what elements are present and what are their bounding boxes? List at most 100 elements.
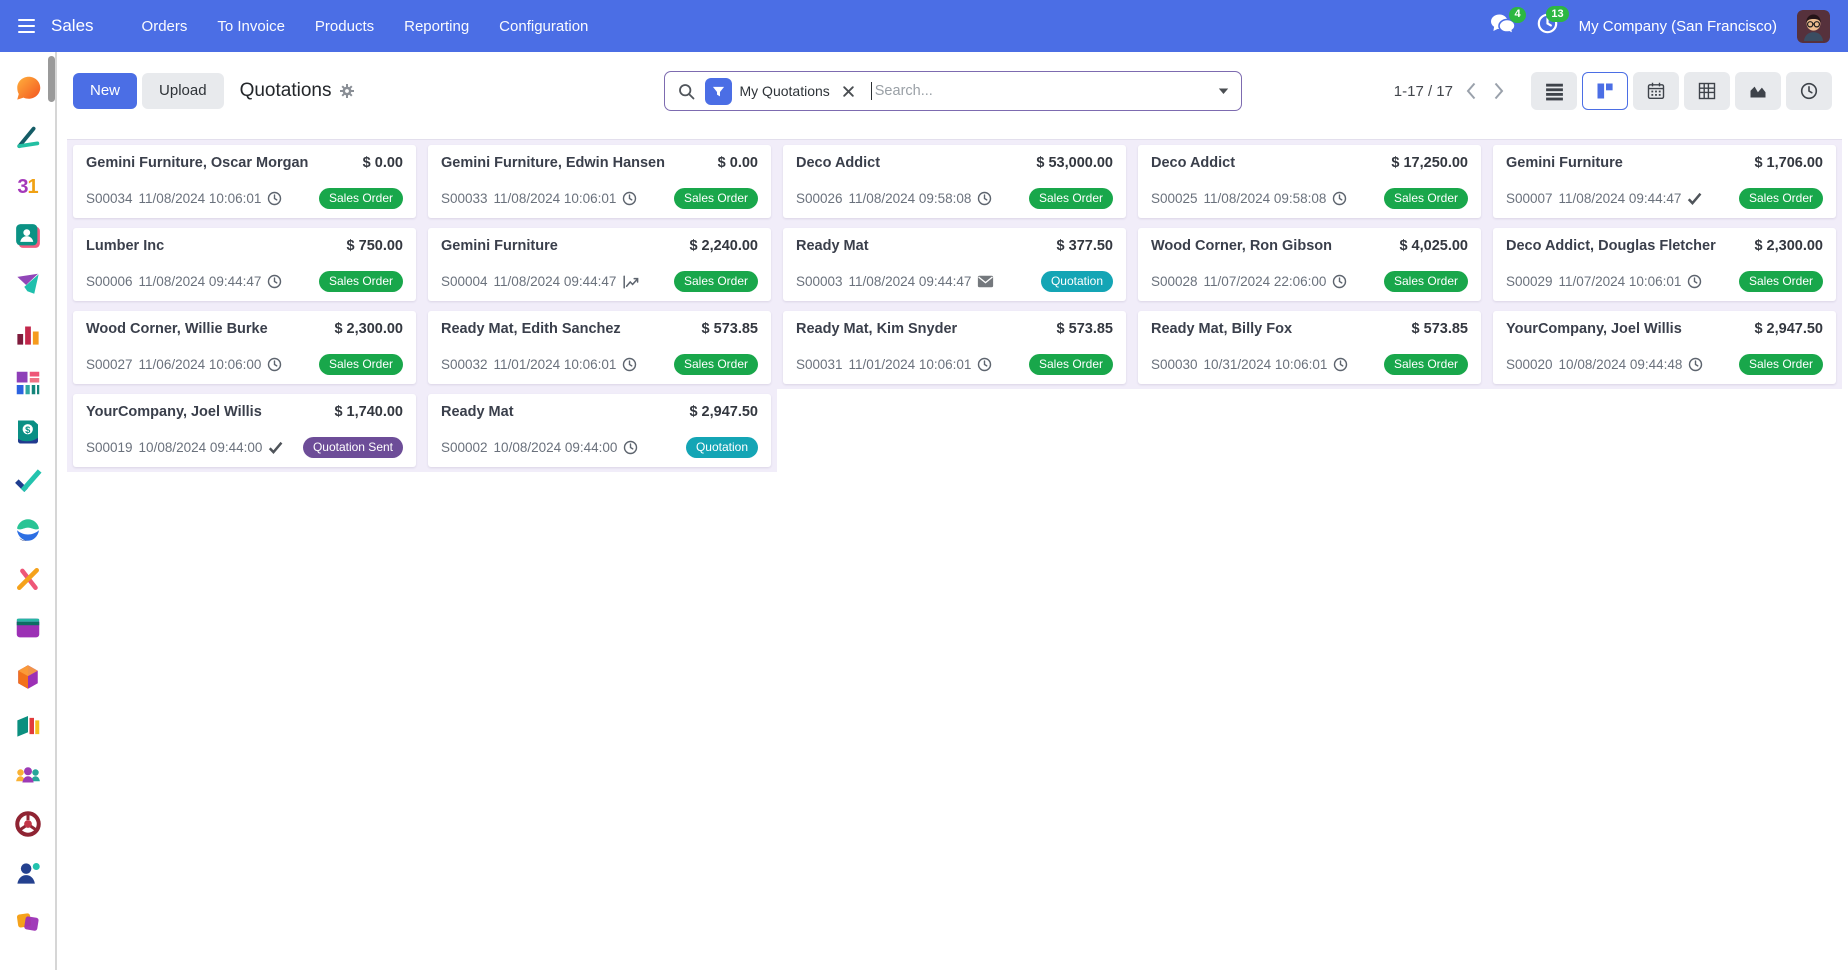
- search-input[interactable]: [865, 83, 1210, 99]
- card-activity-icon[interactable]: [268, 441, 283, 454]
- order-datetime: 10/08/2024 09:44:48: [1559, 357, 1683, 372]
- app-dashboards-icon[interactable]: [13, 368, 43, 398]
- view-switch-pivot[interactable]: [1684, 72, 1730, 110]
- sidebar-scrollbar[interactable]: [48, 56, 55, 102]
- messages-button[interactable]: 4: [1490, 13, 1516, 40]
- app-fleet-icon[interactable]: [13, 809, 43, 839]
- card-activity-icon[interactable]: [267, 357, 282, 372]
- quotation-card[interactable]: Deco Addict $ 53,000.00 S00026 11/08/202…: [783, 145, 1126, 218]
- pager-next-icon[interactable]: [1489, 77, 1509, 105]
- card-activity-icon[interactable]: [1333, 357, 1348, 372]
- view-switcher: [1531, 72, 1832, 110]
- app-sign-icon[interactable]: [13, 123, 43, 153]
- search-dropdown-toggle-icon[interactable]: [1210, 83, 1231, 99]
- card-activity-icon[interactable]: [622, 191, 637, 206]
- quotation-card[interactable]: Ready Mat $ 2,947.50 S00002 10/08/2024 0…: [428, 394, 771, 467]
- card-activity-icon[interactable]: [1332, 274, 1347, 289]
- kanban-cell: Ready Mat, Edith Sanchez $ 573.85 S00032…: [422, 306, 777, 389]
- app-attendances-icon[interactable]: [13, 907, 43, 937]
- app-crm-icon[interactable]: [13, 270, 43, 300]
- quotation-card[interactable]: Deco Addict $ 17,250.00 S00025 11/08/202…: [1138, 145, 1481, 218]
- card-activity-icon[interactable]: [623, 440, 638, 455]
- order-reference: S00029: [1506, 274, 1553, 289]
- customer-name: Deco Addict: [796, 155, 880, 171]
- quotation-card[interactable]: Ready Mat, Edith Sanchez $ 573.85 S00032…: [428, 311, 771, 384]
- card-header: Ready Mat, Kim Snyder $ 573.85: [796, 321, 1113, 337]
- order-amount: $ 4,025.00: [1399, 238, 1468, 254]
- app-project-icon[interactable]: [13, 466, 43, 496]
- view-switch-calendar[interactable]: [1633, 72, 1679, 110]
- app-calendar-icon[interactable]: 31: [13, 172, 43, 202]
- view-switch-activity[interactable]: [1786, 72, 1832, 110]
- menu-item-to-invoice[interactable]: To Invoice: [217, 18, 285, 35]
- quotation-card[interactable]: Ready Mat $ 377.50 S00003 11/08/2024 09:…: [783, 228, 1126, 301]
- card-activity-icon[interactable]: [622, 274, 640, 290]
- app-sales-icon[interactable]: [13, 319, 43, 349]
- app-expenses-icon[interactable]: [13, 564, 43, 594]
- menu-item-configuration[interactable]: Configuration: [499, 18, 588, 35]
- card-activity-icon[interactable]: [977, 275, 994, 288]
- status-badge: Sales Order: [1384, 271, 1468, 292]
- app-employees-icon[interactable]: [13, 760, 43, 790]
- quotation-card[interactable]: YourCompany, Joel Willis $ 2,947.50 S000…: [1493, 311, 1836, 384]
- quotation-card[interactable]: Ready Mat, Billy Fox $ 573.85 S00030 10/…: [1138, 311, 1481, 384]
- card-activity-icon[interactable]: [267, 274, 282, 289]
- app-invoicing-icon[interactable]: $: [13, 417, 43, 447]
- card-activity-icon[interactable]: [622, 357, 637, 372]
- upload-button[interactable]: Upload: [142, 73, 224, 110]
- menu-item-orders[interactable]: Orders: [142, 18, 188, 35]
- avatar[interactable]: [1797, 10, 1830, 43]
- card-activity-icon[interactable]: [1332, 191, 1347, 206]
- order-reference: S00020: [1506, 357, 1553, 372]
- order-amount: $ 1,706.00: [1754, 155, 1823, 171]
- card-activity-icon[interactable]: [977, 357, 992, 372]
- user-menu[interactable]: My Company (San Francisco): [1579, 18, 1777, 35]
- menu-item-reporting[interactable]: Reporting: [404, 18, 469, 35]
- quotation-card[interactable]: Deco Addict, Douglas Fletcher $ 2,300.00…: [1493, 228, 1836, 301]
- view-switch-kanban[interactable]: [1582, 72, 1628, 110]
- quotation-card[interactable]: Wood Corner, Ron Gibson $ 4,025.00 S0002…: [1138, 228, 1481, 301]
- view-switch-graph[interactable]: [1735, 72, 1781, 110]
- customer-name: Ready Mat, Billy Fox: [1151, 321, 1292, 337]
- menu-item-products[interactable]: Products: [315, 18, 374, 35]
- app-inventory-icon[interactable]: [13, 662, 43, 692]
- app-contacts-icon[interactable]: [13, 221, 43, 251]
- quotation-card[interactable]: Gemini Furniture, Edwin Hansen $ 0.00 S0…: [428, 145, 771, 218]
- kanban-cell: YourCompany, Joel Willis $ 2,947.50 S000…: [1487, 306, 1842, 389]
- pager-previous-icon[interactable]: [1461, 77, 1481, 105]
- card-header: Gemini Furniture $ 1,706.00: [1506, 155, 1823, 171]
- view-settings-gear-icon[interactable]: [339, 83, 355, 99]
- app-recruitment-icon[interactable]: [13, 858, 43, 888]
- card-activity-icon[interactable]: [977, 191, 992, 206]
- order-reference: S00019: [86, 440, 133, 455]
- page-title: Quotations: [240, 80, 332, 102]
- messages-count-badge: 4: [1509, 7, 1525, 23]
- status-badge: Sales Order: [1029, 188, 1113, 209]
- card-activity-icon[interactable]: [1688, 357, 1703, 372]
- card-activity-icon[interactable]: [267, 191, 282, 206]
- apps-menu-icon[interactable]: [14, 15, 39, 37]
- new-button[interactable]: New: [73, 73, 137, 110]
- card-activity-icon[interactable]: [1687, 274, 1702, 289]
- app-point-of-sale-icon[interactable]: [13, 613, 43, 643]
- order-datetime: 11/07/2024 22:06:00: [1204, 274, 1327, 289]
- quotation-card[interactable]: Ready Mat, Kim Snyder $ 573.85 S00031 11…: [783, 311, 1126, 384]
- search-facet[interactable]: My Quotations: [705, 78, 857, 105]
- card-footer: S00004 11/08/2024 09:44:47: [441, 271, 758, 292]
- card-activity-icon[interactable]: [1687, 192, 1702, 205]
- quotation-card[interactable]: Gemini Furniture, Oscar Morgan $ 0.00 S0…: [73, 145, 416, 218]
- app-website-icon[interactable]: [13, 515, 43, 545]
- activities-button[interactable]: 13: [1536, 12, 1559, 40]
- quotation-card[interactable]: Gemini Furniture $ 1,706.00 S00007 11/08…: [1493, 145, 1836, 218]
- quotation-card[interactable]: YourCompany, Joel Willis $ 1,740.00 S000…: [73, 394, 416, 467]
- app-discuss-icon[interactable]: [13, 74, 43, 104]
- quotation-card[interactable]: Lumber Inc $ 750.00 S00006 11/08/2024 09…: [73, 228, 416, 301]
- quotation-card[interactable]: Gemini Furniture $ 2,240.00 S00004 11/08…: [428, 228, 771, 301]
- quotation-card[interactable]: Wood Corner, Willie Burke $ 2,300.00 S00…: [73, 311, 416, 384]
- control-panel-right: 1-17 / 17: [1394, 72, 1832, 110]
- card-footer: S00031 11/01/2024 10:06:01: [796, 354, 1113, 375]
- facet-remove-icon[interactable]: [840, 83, 857, 100]
- view-switch-list[interactable]: [1531, 72, 1577, 110]
- app-name[interactable]: Sales: [51, 16, 94, 36]
- app-documents-icon[interactable]: [13, 711, 43, 741]
